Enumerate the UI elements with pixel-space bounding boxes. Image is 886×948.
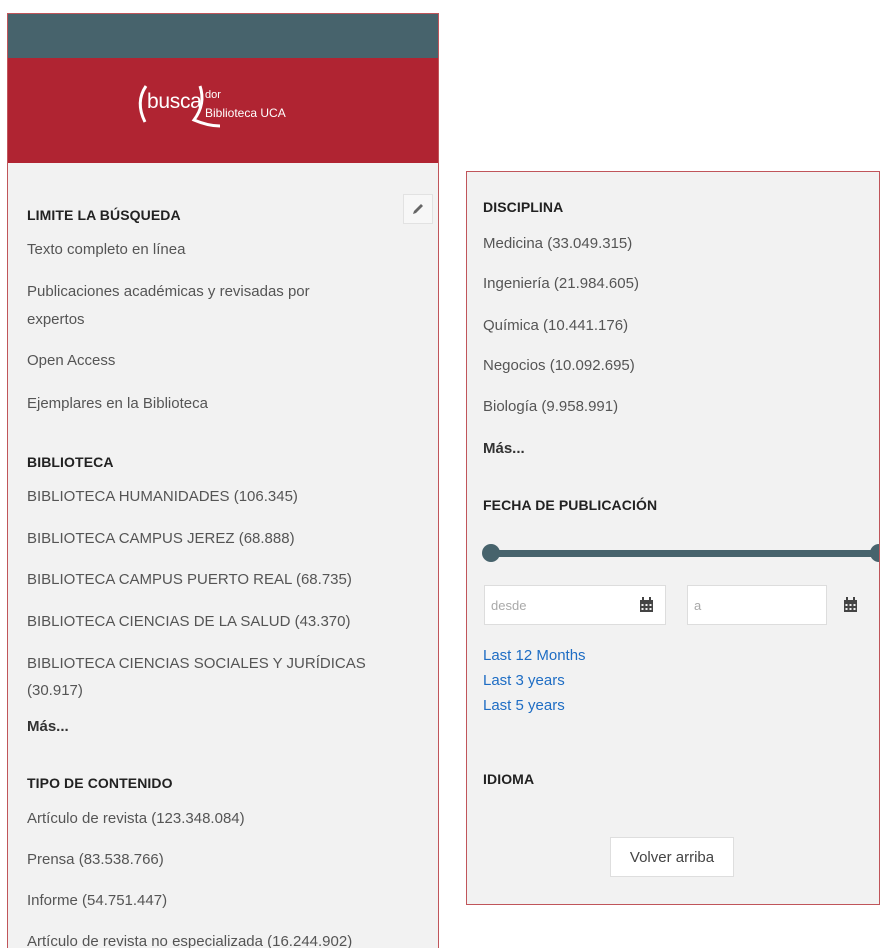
right-facet-panel: DISCIPLINA Medicina (33.049.315) Ingenie… bbox=[466, 171, 880, 905]
fecha-section-title: FECHA DE PUBLICACIÓN bbox=[483, 497, 658, 513]
left-facet-panel: busca dor Biblioteca UCA LIMITE LA BÚSQU… bbox=[7, 13, 439, 948]
buscador-logo[interactable]: busca dor Biblioteca UCA bbox=[132, 82, 342, 132]
back-to-top-button[interactable]: Volver arriba bbox=[610, 837, 734, 877]
disciplina-item[interactable]: Negocios (10.092.695) bbox=[483, 352, 635, 379]
logo-text-sub: Biblioteca UCA bbox=[205, 106, 286, 120]
tipo-item[interactable]: Informe (54.751.447) bbox=[27, 887, 167, 914]
biblioteca-more-link[interactable]: Más... bbox=[27, 718, 69, 735]
disciplina-section-title: DISCIPLINA bbox=[483, 199, 564, 215]
tipo-item[interactable]: Artículo de revista no especializada (16… bbox=[27, 928, 352, 948]
tipo-item[interactable]: Prensa (83.538.766) bbox=[27, 846, 164, 873]
biblioteca-item[interactable]: BIBLIOTECA CAMPUS JEREZ (68.888) bbox=[27, 525, 295, 552]
top-bar bbox=[8, 14, 438, 58]
last-3-years-link[interactable]: Last 3 years bbox=[483, 672, 565, 689]
limit-fulltext-link[interactable]: Texto completo en línea bbox=[27, 236, 185, 263]
limit-peer-reviewed-link-cont[interactable]: expertos bbox=[27, 306, 85, 333]
last-5-years-link[interactable]: Last 5 years bbox=[483, 697, 565, 714]
idioma-section-title: IDIOMA bbox=[483, 771, 535, 787]
logo-text-sup: dor bbox=[205, 89, 221, 101]
biblioteca-item-cont[interactable]: (30.917) bbox=[27, 677, 83, 704]
limit-peer-reviewed-link[interactable]: Publicaciones académicas y revisadas por bbox=[27, 278, 310, 305]
biblioteca-section-title: BIBLIOTECA bbox=[27, 454, 114, 470]
disciplina-item[interactable]: Biología (9.958.991) bbox=[483, 393, 618, 420]
disciplina-item[interactable]: Química (10.441.176) bbox=[483, 312, 628, 339]
brand-header: busca dor Biblioteca UCA bbox=[8, 58, 438, 163]
calendar-icon[interactable] bbox=[843, 597, 858, 613]
date-range-slider-max-handle[interactable] bbox=[870, 544, 879, 562]
disciplina-item[interactable]: Medicina (33.049.315) bbox=[483, 230, 632, 257]
limit-open-access-link[interactable]: Open Access bbox=[27, 347, 115, 374]
biblioteca-item[interactable]: BIBLIOTECA HUMANIDADES (106.345) bbox=[27, 483, 298, 510]
date-range-slider-min-handle[interactable] bbox=[482, 544, 500, 562]
last-12-months-link[interactable]: Last 12 Months bbox=[483, 647, 586, 664]
logo-text-main: busca bbox=[147, 90, 202, 113]
limit-section-title: LIMITE LA BÚSQUEDA bbox=[27, 207, 181, 223]
calendar-icon[interactable] bbox=[639, 597, 654, 613]
biblioteca-item[interactable]: BIBLIOTECA CAMPUS PUERTO REAL (68.735) bbox=[27, 566, 352, 593]
disciplina-more-link[interactable]: Más... bbox=[483, 440, 525, 457]
biblioteca-item[interactable]: BIBLIOTECA CIENCIAS DE LA SALUD (43.370) bbox=[27, 608, 350, 635]
biblioteca-item[interactable]: BIBLIOTECA CIENCIAS SOCIALES Y JURÍDICAS bbox=[27, 650, 366, 677]
tipo-section-title: TIPO DE CONTENIDO bbox=[27, 775, 173, 791]
edit-limits-button[interactable] bbox=[403, 194, 433, 224]
pencil-icon bbox=[413, 204, 423, 214]
limit-library-holdings-link[interactable]: Ejemplares en la Biblioteca bbox=[27, 390, 208, 417]
tipo-item[interactable]: Artículo de revista (123.348.084) bbox=[27, 805, 245, 832]
date-to-input[interactable] bbox=[687, 585, 827, 625]
disciplina-item[interactable]: Ingeniería (21.984.605) bbox=[483, 270, 639, 297]
date-range-slider-track[interactable] bbox=[489, 550, 879, 557]
